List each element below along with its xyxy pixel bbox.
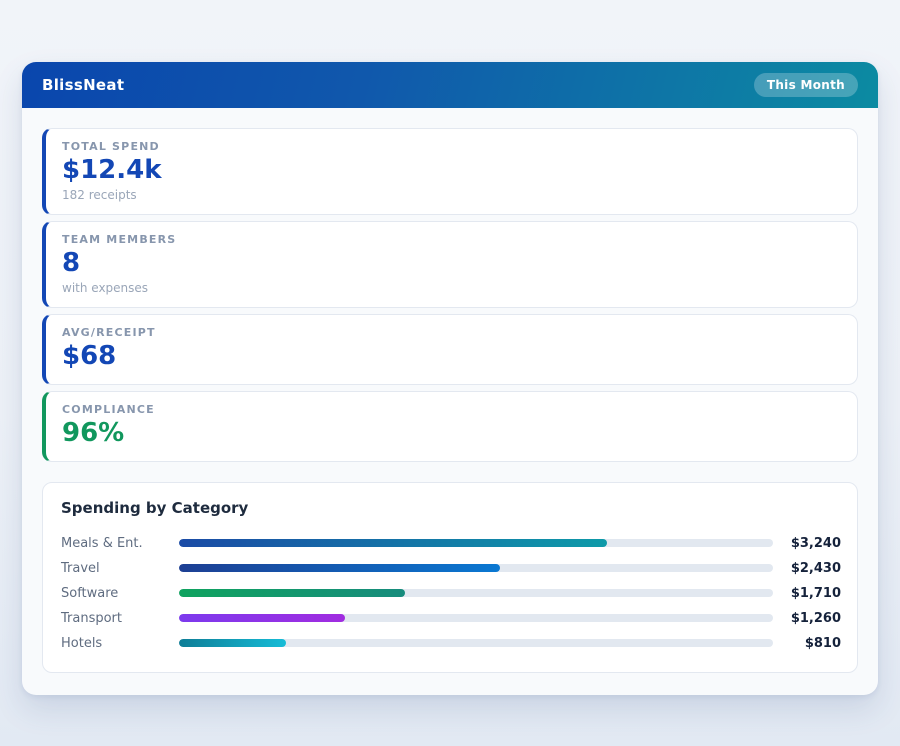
chart-row: Meals & Ent. $3,240 — [59, 531, 841, 556]
chart-title: Spending by Category — [61, 499, 841, 517]
chart-bar-track — [179, 614, 773, 622]
chart-bar-fill — [179, 614, 345, 622]
stat-card-team-members: TEAM MEMBERS 8 with expenses — [42, 221, 858, 308]
chart-bar-track — [179, 564, 773, 572]
chart-value-label: $1,710 — [773, 586, 841, 601]
stat-card-avg-receipt: AVG/RECEIPT $68 — [42, 314, 858, 385]
dashboard-body: TOTAL SPEND $12.4k 182 receipts TEAM MEM… — [22, 108, 878, 695]
chart-bar-fill — [179, 639, 286, 647]
stat-label: TOTAL SPEND — [62, 140, 841, 153]
chart-row: Software $1,710 — [59, 581, 841, 606]
chart-bar-track — [179, 589, 773, 597]
stat-value: $68 — [62, 342, 841, 372]
chart-rows: Meals & Ent. $3,240 Travel $2,430 Software $1… — [59, 531, 841, 656]
chart-value-label: $2,430 — [773, 561, 841, 576]
chart-category-label: Travel — [59, 561, 179, 576]
chart-bar-fill — [179, 564, 500, 572]
period-badge[interactable]: This Month — [754, 73, 858, 97]
chart-category-label: Hotels — [59, 636, 179, 651]
chart-bar-fill — [179, 589, 405, 597]
chart-category-label: Meals & Ent. — [59, 536, 179, 551]
chart-row: Travel $2,430 — [59, 556, 841, 581]
chart-row: Hotels $810 — [59, 631, 841, 656]
chart-row: Transport $1,260 — [59, 606, 841, 631]
chart-value-label: $3,240 — [773, 536, 841, 551]
stat-card-compliance: COMPLIANCE 96% — [42, 391, 858, 462]
stat-label: AVG/RECEIPT — [62, 326, 841, 339]
stat-subtext: 182 receipts — [62, 188, 841, 202]
chart-value-label: $810 — [773, 636, 841, 651]
stat-card-total-spend: TOTAL SPEND $12.4k 182 receipts — [42, 128, 858, 215]
app-header: BlissNeat This Month — [22, 62, 878, 108]
stat-value: 96% — [62, 419, 841, 449]
chart-bar-track — [179, 639, 773, 647]
stat-subtext: with expenses — [62, 281, 841, 295]
chart-bar-track — [179, 539, 773, 547]
app-title: BlissNeat — [42, 76, 124, 94]
chart-category-label: Transport — [59, 611, 179, 626]
spending-by-category-chart: Spending by Category Meals & Ent. $3,240 T… — [42, 482, 858, 673]
chart-category-label: Software — [59, 586, 179, 601]
dashboard-panel: BlissNeat This Month TOTAL SPEND $12.4k … — [22, 62, 878, 695]
chart-bar-fill — [179, 539, 607, 547]
stat-value: 8 — [62, 249, 841, 279]
chart-value-label: $1,260 — [773, 611, 841, 626]
stat-label: COMPLIANCE — [62, 403, 841, 416]
stat-label: TEAM MEMBERS — [62, 233, 841, 246]
stat-value: $12.4k — [62, 156, 841, 186]
